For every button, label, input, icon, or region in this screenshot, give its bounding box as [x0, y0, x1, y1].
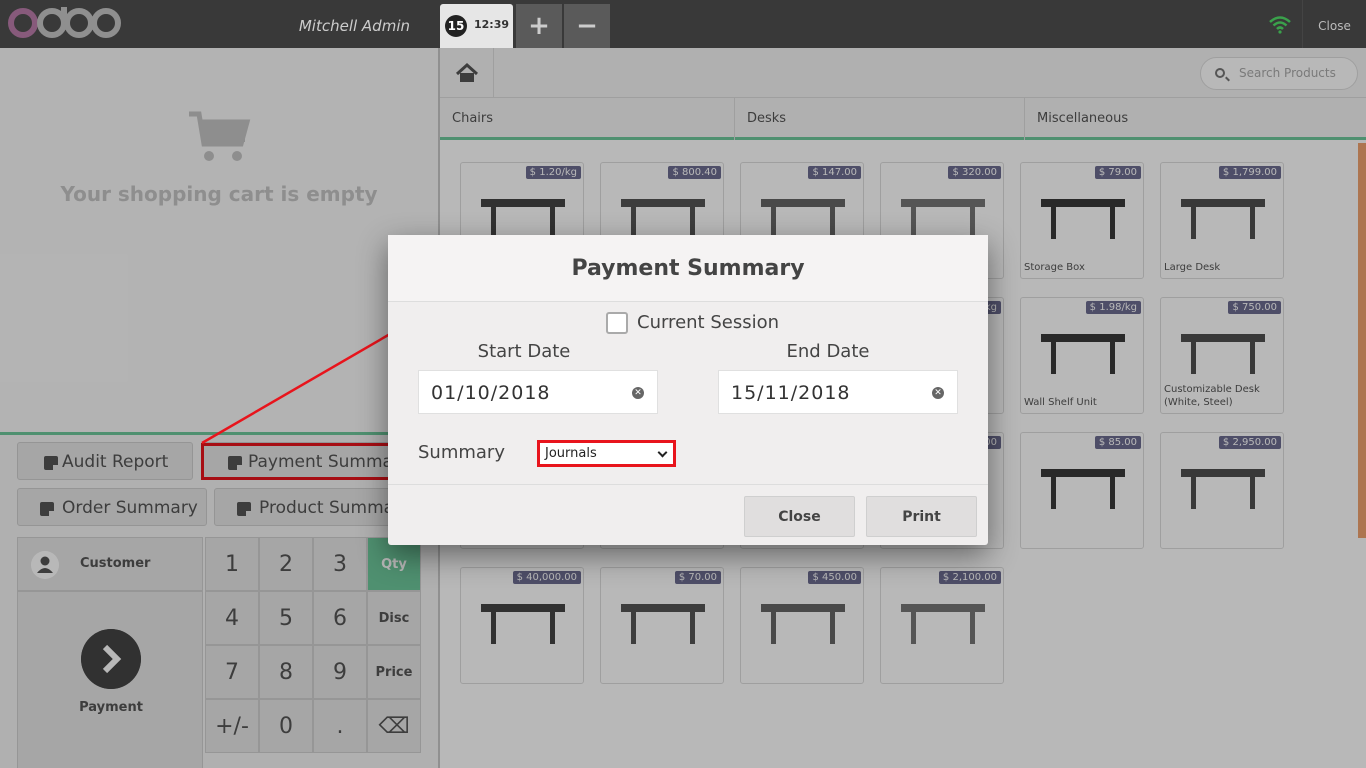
payment-summary-dialog: Payment Summary Current Session Start Da…: [388, 235, 988, 545]
end-date-label: End Date: [786, 341, 870, 362]
print-button[interactable]: Print: [866, 496, 977, 537]
start-date-label: Start Date: [477, 341, 571, 362]
order-number-badge: 15: [445, 15, 467, 37]
dialog-title: Payment Summary: [388, 235, 988, 302]
clear-icon[interactable]: ✕: [932, 387, 944, 399]
summary-select[interactable]: Journals: [537, 440, 676, 467]
chevron-down-icon: [657, 447, 668, 458]
dialog-footer: Close Print: [388, 484, 988, 545]
close-button[interactable]: Close: [744, 496, 855, 537]
top-bar: Mitchell Admin 15 12:39 + − Close: [0, 0, 1366, 48]
current-session-checkbox[interactable]: [606, 312, 628, 334]
odoo-logo: [8, 7, 121, 38]
start-date-value: 01/10/2018: [431, 382, 551, 404]
cashier-name[interactable]: Mitchell Admin: [250, 0, 410, 48]
summary-select-value: Journals: [545, 446, 597, 461]
order-tab[interactable]: 15 12:39: [440, 4, 513, 48]
add-order-button[interactable]: +: [516, 4, 562, 48]
start-date-field[interactable]: 01/10/2018 ✕: [418, 370, 658, 414]
summary-label: Summary: [418, 442, 505, 463]
close-pos-button[interactable]: Close: [1302, 0, 1366, 48]
remove-order-button[interactable]: −: [564, 4, 610, 48]
clear-icon[interactable]: ✕: [632, 387, 644, 399]
wifi-icon: [1269, 16, 1291, 34]
end-date-field[interactable]: 15/11/2018 ✕: [718, 370, 958, 414]
end-date-value: 15/11/2018: [731, 382, 851, 404]
order-time: 12:39: [474, 18, 510, 31]
current-session-label: Current Session: [637, 312, 780, 333]
